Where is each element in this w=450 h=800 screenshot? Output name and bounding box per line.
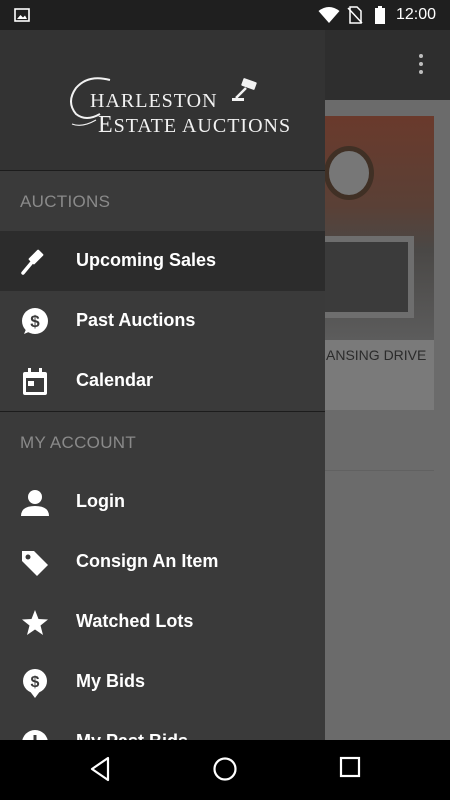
nav-item-calendar[interactable]: Calendar bbox=[0, 351, 325, 411]
nav-item-label: Calendar bbox=[76, 370, 154, 390]
nav-item-consign-an-item[interactable]: Consign An Item bbox=[0, 532, 325, 592]
nav-item-upcoming-sales[interactable]: Upcoming Sales bbox=[0, 231, 325, 291]
recents-icon[interactable] bbox=[339, 756, 361, 778]
fireplace-image-detail bbox=[312, 236, 414, 318]
status-time: 12:00 bbox=[396, 6, 437, 23]
section-label-auctions: AUCTIONS bbox=[20, 192, 111, 211]
battery-icon bbox=[375, 6, 385, 24]
dollar-pin-icon: $ bbox=[23, 669, 47, 698]
logo-line-1: HARLESTON bbox=[90, 90, 218, 112]
status-bar: 12:00 bbox=[0, 0, 450, 30]
home-icon[interactable] bbox=[212, 756, 238, 782]
logo-line-2: ESTATE AUCTIONS bbox=[98, 112, 292, 138]
nav-item-label: Upcoming Sales bbox=[76, 250, 217, 270]
nav-item-watched-lots[interactable]: Watched Lots bbox=[0, 592, 325, 652]
dollar-bubble-icon: $ bbox=[22, 308, 48, 334]
nav-item-label: My Bids bbox=[76, 671, 146, 691]
charleston-estate-auctions-logo: HARLESTON ESTATE AUCTIONS bbox=[58, 70, 290, 140]
nav-item-login[interactable]: Login bbox=[0, 472, 325, 532]
nav-item-label: Login bbox=[76, 491, 125, 511]
nav-item-my-bids[interactable]: $ My Bids bbox=[0, 652, 325, 712]
nav-item-past-auctions[interactable]: $ Past Auctions bbox=[0, 291, 325, 351]
wifi-icon bbox=[318, 7, 340, 23]
section-divider bbox=[0, 411, 325, 412]
nav-item-label: Past Auctions bbox=[76, 310, 196, 330]
tag-icon bbox=[22, 551, 48, 576]
svg-text:$: $ bbox=[31, 674, 40, 691]
auction-card-title: ANSING DRIVE bbox=[326, 347, 427, 363]
nav-item-label: Consign An Item bbox=[76, 551, 219, 571]
person-icon bbox=[21, 490, 49, 516]
no-sim-icon bbox=[347, 6, 363, 24]
info-circle-icon bbox=[22, 730, 48, 740]
drawer-header: HARLESTON ESTATE AUCTIONS bbox=[0, 30, 325, 170]
nav-item-label: My Past Bids bbox=[76, 731, 188, 740]
calendar-icon bbox=[23, 368, 47, 395]
navigation-drawer: HARLESTON ESTATE AUCTIONS AUCTIONS Upcom… bbox=[0, 30, 325, 740]
mirror-image-detail bbox=[324, 146, 374, 200]
overflow-menu-icon[interactable] bbox=[418, 54, 424, 76]
svg-text:$: $ bbox=[30, 312, 40, 331]
logo-gavel-icon bbox=[232, 78, 257, 101]
back-icon[interactable] bbox=[88, 756, 112, 782]
header-divider bbox=[0, 170, 325, 171]
gavel-icon bbox=[21, 249, 44, 275]
system-navigation-bar bbox=[0, 740, 450, 800]
nav-item-my-past-bids[interactable]: My Past Bids bbox=[0, 712, 325, 740]
star-icon bbox=[22, 610, 48, 635]
section-label-my-account: MY ACCOUNT bbox=[20, 433, 137, 452]
nav-item-label: Watched Lots bbox=[76, 611, 194, 631]
image-notification-icon bbox=[14, 8, 30, 22]
